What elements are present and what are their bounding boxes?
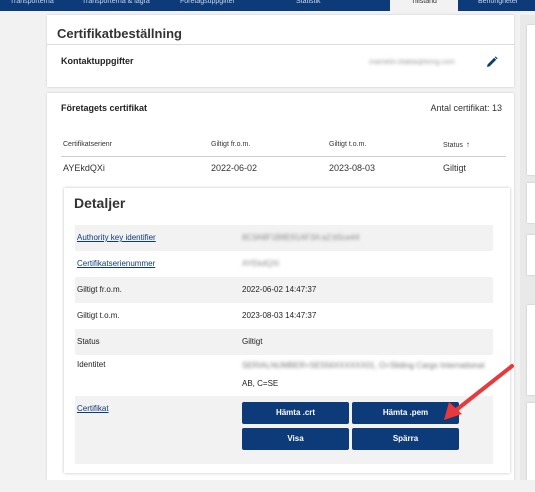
details-panel: Detaljer Authority key identifier 8C3A8F… [64,188,510,473]
details-title: Detaljer [74,195,126,211]
download-crt-button[interactable]: Hämta .crt [242,402,349,424]
tab-transporterna[interactable]: Transporterna [10,0,54,11]
tab-behorigheter[interactable]: Behörigheter [478,0,518,11]
valid-from-label: Giltigt fr.o.m. [77,285,122,294]
right-panel [520,15,535,485]
status-value: Giltigt [242,337,263,346]
right-card [527,183,535,223]
column-header-to[interactable]: Giltigt t.o.m. [329,134,366,156]
top-navigation: Transporterna Transporterna & lagra Före… [0,0,535,11]
status-header-label: Status [443,142,463,149]
show-button[interactable]: Visa [242,428,349,450]
table-header: Certifikatserienr Giltigt fr.o.m. Giltig… [61,134,506,157]
detail-row-status: Status Giltigt [75,329,493,355]
certificate-count: Antal certifikat: 13 [430,103,502,113]
right-card [527,305,535,395]
cell-from: 2022-06-02 [211,163,258,173]
identity-value-line2: AB, C=SE [242,379,279,388]
identity-label: Identitet [77,360,106,369]
edit-pencil-icon[interactable] [485,55,499,69]
detail-row-authority-key: Authority key identifier 8C3A8F1B8E91AF3… [75,225,493,251]
sort-up-arrow-icon[interactable]: ↑ [466,140,470,149]
cell-to: 2023-08-03 [329,163,376,173]
order-title: Certifikatbeställning [57,26,182,41]
authority-key-value: 8C3A8F1B8E91AF3A:a2:b5ce44 [242,233,360,242]
download-pem-button[interactable]: Hämta .pem [352,402,459,424]
cell-status: Giltigt [443,163,467,173]
valid-to-value: 2023-08-03 14:47:37 [242,311,317,320]
block-button[interactable]: Spärra [352,428,459,450]
cell-serial: AYEkdQXi [63,163,105,173]
right-card [527,403,535,483]
page-bottom [0,480,535,492]
detail-row-serial: Certifikatserienummer AYEkdQXi [75,251,493,277]
detail-row-valid-from: Giltigt fr.o.m. 2022-06-02 14:47:37 [75,277,493,303]
valid-from-value: 2022-06-02 14:47:37 [242,285,317,294]
divider [47,44,514,45]
certificates-title: Företagets certifikat [61,103,148,113]
tab-foretagsuppgifter[interactable]: Företagsuppgifter [180,0,235,11]
detail-row-valid-to: Giltigt t.o.m. 2023-08-03 14:47:37 [75,303,493,329]
tab-statistik[interactable]: Statistik [296,0,321,11]
company-certificates-card: Företagets certifikat Antal certifikat: … [47,93,514,480]
tab-tillstand[interactable]: Tillstånd [390,0,458,11]
identity-value-line1: SERIALNUMBER=SE556XXXXXX01, O=Sliding Ca… [242,361,485,370]
detail-row-identity: Identitet SERIALNUMBER=SE556XXXXXX01, O=… [75,355,493,391]
contact-label: Kontaktuppgifter [61,56,134,66]
certificate-order-card: Certifikatbeställning Kontaktuppgifter m… [47,15,514,87]
column-header-status[interactable]: Status ↑ [443,134,470,157]
serial-number-link[interactable]: Certifikatserienummer [77,251,155,277]
right-card [527,235,535,275]
tab-transporterna-lagra[interactable]: Transporterna & lagra [82,0,150,11]
serial-number-value: AYEkdQXi [242,259,280,268]
column-header-serial[interactable]: Certifikatserienr [63,134,112,156]
right-card [527,25,535,175]
contact-email: mamiklin.blabla@tiring.com [369,59,455,66]
certificate-link[interactable]: Certifikat [77,396,109,422]
authority-key-link[interactable]: Authority key identifier [77,225,156,251]
valid-to-label: Giltigt t.o.m. [77,311,120,320]
status-label: Status [77,337,100,346]
column-header-from[interactable]: Giltigt fr.o.m. [211,134,250,156]
detail-row-certificate: Certifikat Hämta .crt Hämta .pem Visa Sp… [75,396,493,464]
table-row[interactable]: AYEkdQXi 2022-06-02 2023-08-03 Giltigt [61,156,506,181]
